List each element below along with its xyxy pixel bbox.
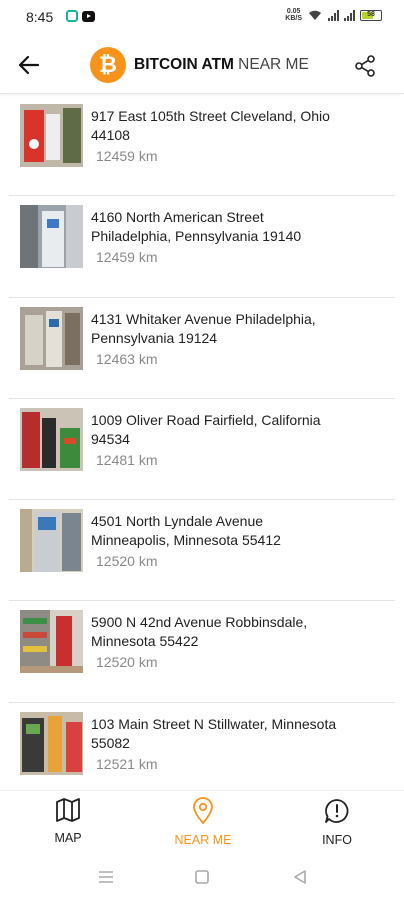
location-distance: 12481 km (96, 451, 158, 468)
title-bold: BITCOIN ATM (134, 56, 234, 73)
atm-location-list: 917 East 105th Street Cleveland, Ohio 44… (0, 95, 404, 790)
status-time: 8:45 (26, 9, 54, 25)
info-icon (325, 799, 349, 823)
app-header: ₿ BITCOIN ATM NEAR ME (0, 36, 404, 94)
location-address: 4160 North American Street Philadelphia,… (91, 209, 302, 245)
network-speed: 0.05 KB/S (285, 8, 302, 22)
app-notification-icon (66, 10, 78, 22)
menu-button[interactable] (96, 867, 116, 887)
list-item[interactable]: 1009 Oliver Road Fairfield, California 9… (9, 399, 395, 501)
list-item[interactable]: 4501 North Lyndale Avenue Minneapolis, M… (9, 500, 395, 602)
system-back-button[interactable] (290, 867, 310, 887)
nav-info[interactable]: INFO (292, 797, 382, 851)
atm-thumbnail (20, 104, 83, 167)
nav-near-me[interactable]: NEAR ME (158, 797, 248, 851)
location-address: 103 Main Street N Stillwater, Minnesota … (91, 715, 337, 751)
triangle-back-icon (294, 870, 306, 884)
nav-map-label: MAP (54, 831, 82, 845)
home-button[interactable] (192, 867, 212, 887)
bitcoin-logo-icon: ₿ (90, 47, 126, 83)
status-indicators: 0.05 KB/S 58 (285, 8, 382, 22)
list-item[interactable]: 4131 Whitaker Avenue Philadelphia, Penns… (9, 298, 395, 399)
bottom-navigation: MAP NEAR ME INFO (0, 790, 404, 854)
share-icon (355, 55, 375, 77)
share-button[interactable] (352, 53, 378, 79)
atm-thumbnail (20, 407, 83, 471)
signal-icon (328, 9, 339, 21)
location-address: 917 East 105th Street Cleveland, Ohio 44… (91, 108, 330, 143)
network-speed-value: 0.05 (286, 8, 301, 15)
title-light: NEAR ME (233, 56, 309, 73)
location-address: 4501 North Lyndale Avenue Minneapolis, M… (91, 513, 281, 549)
location-distance: 12520 km (96, 553, 158, 570)
network-speed-unit: KB/S (285, 15, 302, 22)
nav-near-me-label: NEAR ME (174, 833, 232, 847)
menu-icon (99, 871, 113, 883)
home-icon (195, 870, 209, 884)
location-address: 5900 N 42nd Avenue Robbinsdale, Minnesot… (91, 614, 308, 650)
location-distance: 12459 km (96, 249, 158, 266)
location-distance: 12459 km (96, 148, 158, 164)
atm-thumbnail (20, 205, 83, 269)
nav-map[interactable]: MAP (23, 797, 113, 851)
location-address: 4131 Whitaker Avenue Philadelphia, Penns… (91, 310, 316, 346)
location-distance: 12521 km (96, 755, 158, 772)
battery-level: 58 (367, 10, 375, 18)
arrow-left-icon (18, 55, 40, 75)
location-distance: 12520 km (96, 654, 158, 671)
location-pin-icon (193, 797, 213, 825)
status-bar: 8:45 0.05 KB/S 58 (0, 0, 404, 36)
notification-icons (66, 10, 95, 22)
list-item[interactable]: 103 Main Street N Stillwater, Minnesota … (9, 703, 395, 790)
list-item[interactable]: 917 East 105th Street Cleveland, Ohio 44… (9, 95, 395, 197)
map-icon (56, 798, 80, 822)
signal-icon-2 (344, 9, 355, 21)
page-title: BITCOIN ATM NEAR ME (134, 56, 309, 74)
atm-thumbnail (20, 711, 83, 775)
back-button[interactable] (14, 50, 44, 80)
system-navigation-bar (0, 854, 404, 900)
location-address: 1009 Oliver Road Fairfield, California 9… (91, 411, 321, 447)
youtube-notification-icon (82, 11, 95, 22)
list-item[interactable]: 4160 North American Street Philadelphia,… (9, 196, 395, 298)
list-item[interactable]: 5900 N 42nd Avenue Robbinsdale, Minnesot… (9, 601, 395, 703)
wifi-icon (309, 10, 321, 20)
atm-thumbnail (20, 610, 83, 674)
location-distance: 12463 km (96, 350, 158, 367)
battery-icon: 58 (360, 9, 382, 21)
atm-thumbnail (20, 509, 83, 573)
nav-info-label: INFO (322, 833, 352, 847)
atm-thumbnail (20, 306, 83, 370)
